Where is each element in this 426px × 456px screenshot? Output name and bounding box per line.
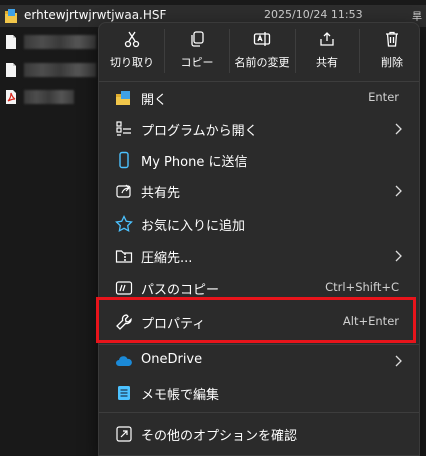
phone-icon — [119, 151, 129, 169]
redacted-name — [24, 35, 96, 49]
cut-label: 切り取り — [110, 56, 154, 69]
menu-divider — [99, 344, 419, 345]
menu-item-open-with[interactable]: プログラムから開く — [107, 114, 411, 144]
more-options-icon — [116, 426, 132, 442]
shortcut-text: Enter — [368, 90, 399, 104]
zip-folder-icon — [115, 250, 133, 263]
toolbar-divider — [359, 29, 360, 73]
share-label: 共有 — [316, 56, 338, 69]
redacted-name — [24, 90, 74, 104]
menu-item-send-to-phone[interactable]: My Phone に送信 — [107, 145, 411, 175]
cloud-icon — [116, 356, 132, 366]
file-date: 2025/10/24 11:53 — [264, 8, 363, 21]
notepad-icon — [118, 386, 130, 400]
menu-item-compress[interactable]: 圧縮先... — [107, 241, 411, 271]
menu-item-share-to[interactable]: 共有先 — [107, 176, 411, 206]
share-button[interactable]: 共有 — [296, 27, 358, 75]
menu-item-label: 共有先 — [141, 186, 181, 201]
open-with-icon — [116, 121, 131, 136]
highlight-box — [96, 297, 416, 343]
copy-icon — [191, 31, 204, 47]
copy-label: コピー — [180, 56, 214, 69]
chevron-right-icon — [395, 250, 402, 262]
menu-item-edit-notepad[interactable]: メモ帳で編集 — [107, 378, 411, 408]
menu-item-open[interactable]: 開く Enter — [107, 83, 411, 113]
menu-toolbar: 切り取り コピー 名前の変更 共有 削除 — [99, 23, 419, 78]
share-icon — [320, 32, 334, 46]
menu-divider — [99, 81, 419, 82]
menu-divider — [99, 412, 419, 413]
menu-item-label: メモ帳で編集 — [141, 388, 220, 403]
star-icon — [115, 215, 133, 233]
menu-item-label: 開く — [141, 93, 168, 108]
menu-item-add-favorite[interactable]: お気に入りに追加 — [107, 209, 411, 239]
toolbar-divider — [164, 29, 165, 73]
share-icon — [116, 184, 131, 198]
file-kind: 旱 — [412, 12, 422, 23]
copy-button[interactable]: コピー — [166, 27, 228, 75]
rename-button[interactable]: 名前の変更 — [231, 27, 293, 75]
document-icon — [6, 35, 16, 49]
chevron-right-icon — [395, 355, 402, 367]
redacted-name — [24, 63, 96, 77]
shortcut-text: Ctrl+Shift+C — [325, 280, 399, 294]
path-icon — [115, 281, 133, 295]
menu-item-label: パスのコピー — [141, 283, 220, 298]
document-icon — [6, 63, 16, 77]
chevron-right-icon — [395, 123, 402, 135]
delete-button[interactable]: 削除 — [361, 27, 423, 75]
rename-icon — [253, 32, 271, 46]
open-folder-icon — [116, 91, 130, 105]
menu-item-label: 圧縮先... — [141, 251, 193, 266]
menu-item-label: お気に入りに追加 — [141, 219, 246, 234]
chevron-right-icon — [395, 185, 402, 197]
delete-label: 削除 — [381, 56, 403, 69]
menu-item-more-options[interactable]: その他のオプションを確認 — [107, 419, 411, 449]
cut-button[interactable]: 切り取り — [101, 27, 163, 75]
menu-item-label: その他のオプションを確認 — [141, 429, 298, 444]
menu-item-label: OneDrive — [141, 352, 203, 367]
toolbar-divider — [229, 29, 230, 73]
menu-item-label: プログラムから開く — [141, 124, 258, 139]
rename-label: 名前の変更 — [234, 56, 290, 69]
scissors-icon — [124, 31, 140, 48]
trash-icon — [386, 31, 398, 47]
menu-item-onedrive[interactable]: OneDrive — [107, 346, 411, 376]
menu-item-label: My Phone に送信 — [141, 155, 248, 170]
file-name: erhtewjrtwjrwtjwaa.HSF — [24, 8, 167, 22]
folder-page-icon — [5, 9, 17, 23]
pdf-icon — [6, 90, 16, 104]
context-menu: 切り取り コピー 名前の変更 共有 削除 開く Enter プログラムから開く … — [98, 22, 420, 456]
